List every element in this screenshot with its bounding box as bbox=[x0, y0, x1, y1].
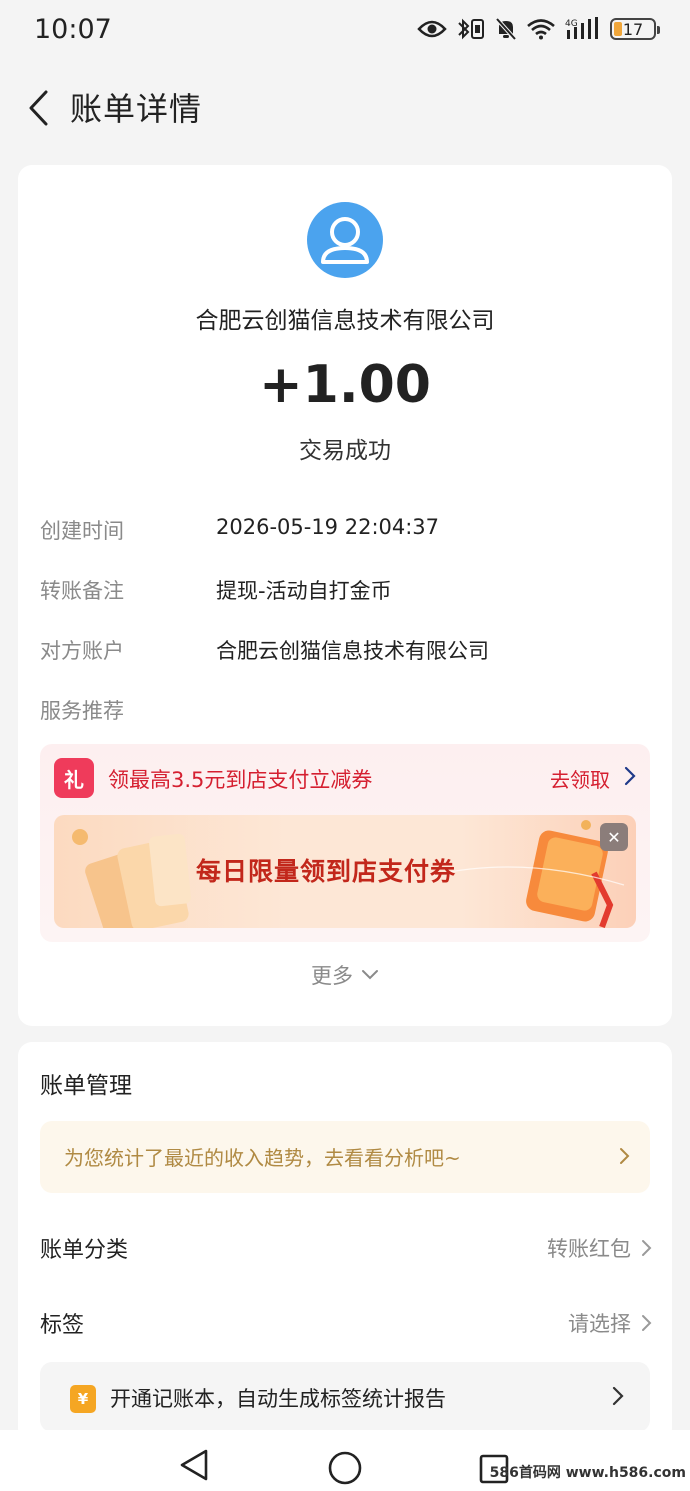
chevron-right-icon bbox=[624, 766, 636, 786]
page-title: 账单详情 bbox=[70, 90, 203, 128]
tag-row[interactable]: 标签 请选择 bbox=[40, 1303, 652, 1343]
gift-icon: 礼 bbox=[54, 758, 94, 798]
row-label: 标签 bbox=[40, 1313, 85, 1338]
transaction-card: 合肥云创猫信息技术有限公司 +1.00 交易成功 创建时间 2026-05-19… bbox=[18, 165, 672, 1026]
detail-value: 提现-活动自打金币 bbox=[216, 579, 392, 603]
claim-button[interactable]: 去领取 bbox=[550, 764, 610, 793]
bill-management-card: 账单管理 为您统计了最近的收入趋势，去看看分析吧~ 账单分类 转账红包 标签 请… bbox=[18, 1042, 672, 1442]
chevron-down-icon bbox=[362, 970, 378, 980]
transaction-status: 交易成功 bbox=[299, 438, 391, 464]
status-time: 10:07 bbox=[34, 13, 112, 45]
detail-label: 转账备注 bbox=[40, 579, 124, 603]
status-bar: 10:07 4G 17 bbox=[0, 0, 690, 58]
header: 账单详情 bbox=[0, 70, 690, 144]
battery-icon: 17 bbox=[610, 18, 660, 40]
row-value: 请选择 bbox=[568, 1308, 652, 1338]
detail-row-counterparty: 对方账户 合肥云创猫信息技术有限公司 bbox=[40, 635, 650, 665]
back-button[interactable] bbox=[18, 86, 58, 130]
chevron-right-icon bbox=[612, 1386, 624, 1406]
bluetooth-vibrate-icon bbox=[458, 18, 484, 40]
nav-home-icon[interactable] bbox=[327, 1450, 363, 1486]
banner-text: 每日限量领到店支付券 bbox=[196, 857, 457, 886]
signal-icon: 4G bbox=[565, 17, 598, 39]
detail-value: 2026-05-19 22:04:37 bbox=[216, 515, 440, 539]
row-value-text: 转账红包 bbox=[547, 1237, 631, 1261]
row-label: 账单分类 bbox=[40, 1238, 129, 1263]
chevron-right-icon bbox=[620, 1148, 630, 1164]
chevron-left-icon bbox=[29, 90, 48, 126]
insight-text: 为您统计了最近的收入趋势，去看看分析吧~ bbox=[64, 1146, 461, 1170]
ledger-icon: ¥ bbox=[70, 1385, 96, 1413]
payee-name: 合肥云创猫信息技术有限公司 bbox=[195, 308, 495, 334]
chevron-right-icon bbox=[642, 1315, 652, 1331]
mute-bell-icon bbox=[495, 17, 517, 41]
chevron-right-icon bbox=[642, 1240, 652, 1256]
row-value-text: 请选择 bbox=[568, 1312, 631, 1336]
watermark: 586首码网 www.h586.com bbox=[489, 1465, 686, 1481]
detail-label: 对方账户 bbox=[40, 639, 124, 663]
ledger-text: 开通记账本，自动生成标签统计报告 bbox=[110, 1387, 446, 1411]
close-icon[interactable]: ✕ bbox=[600, 823, 628, 851]
promo-banner[interactable]: 每日限量领到店支付券 ✕ bbox=[54, 815, 636, 928]
battery-level: 17 bbox=[622, 19, 644, 39]
detail-row-remark: 转账备注 提现-活动自打金币 bbox=[40, 575, 650, 605]
detail-row-service: 服务推荐 bbox=[40, 695, 650, 725]
detail-row-created-time: 创建时间 2026-05-19 22:04:37 bbox=[40, 515, 650, 545]
user-icon bbox=[321, 217, 369, 264]
promo-card[interactable]: 礼 领最高3.5元到店支付立减券 去领取 每日限量领到店支付券 ✕ bbox=[40, 744, 650, 942]
promo-title: 领最高3.5元到店支付立减券 bbox=[108, 768, 373, 792]
transaction-amount: +1.00 bbox=[259, 355, 431, 415]
nav-back-icon[interactable] bbox=[178, 1448, 210, 1482]
bill-category-row[interactable]: 账单分类 转账红包 bbox=[40, 1228, 652, 1268]
avatar bbox=[307, 202, 383, 278]
more-button[interactable]: 更多 bbox=[18, 960, 672, 990]
section-title: 账单管理 bbox=[40, 1073, 132, 1099]
row-value: 转账红包 bbox=[547, 1233, 652, 1263]
detail-label: 创建时间 bbox=[40, 519, 124, 543]
wifi-icon bbox=[527, 19, 555, 40]
income-insight-banner[interactable]: 为您统计了最近的收入趋势，去看看分析吧~ bbox=[40, 1121, 650, 1193]
detail-label: 服务推荐 bbox=[40, 699, 124, 723]
status-icons: 4G 17 bbox=[417, 17, 660, 41]
open-ledger-banner[interactable]: ¥ 开通记账本，自动生成标签统计报告 bbox=[40, 1362, 650, 1432]
more-label: 更多 bbox=[311, 964, 353, 988]
eye-icon bbox=[417, 20, 447, 38]
detail-value: 合肥云创猫信息技术有限公司 bbox=[216, 639, 489, 663]
